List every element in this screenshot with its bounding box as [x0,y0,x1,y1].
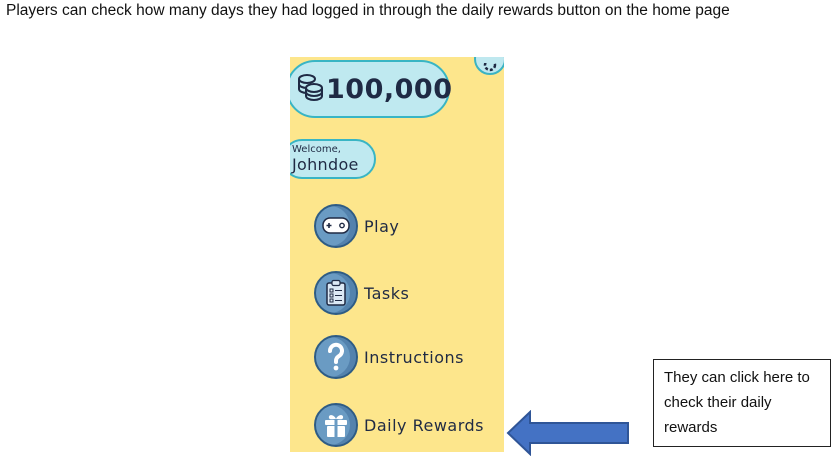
instructions-label: Instructions [364,347,464,367]
welcome-badge: Welcome, Johndoe [290,139,376,179]
coins-icon [296,72,324,107]
app-home-screen: 100,000 Welcome, Johndoe Play Tasks Inst… [290,57,504,452]
clipboard-icon [314,271,358,315]
coin-amount: 100,000 [326,73,453,105]
callout-box: They can click here to check their daily… [653,359,831,447]
coin-balance: 100,000 [290,60,453,118]
play-button[interactable]: Play [314,203,399,249]
settings-gear-icon[interactable] [474,57,504,75]
gamepad-icon [314,204,358,248]
username: Johndoe [292,155,359,174]
tasks-label: Tasks [364,283,410,303]
play-label: Play [364,216,400,236]
daily-rewards-button[interactable]: Daily Rewards [314,402,484,448]
question-mark-icon [314,335,358,379]
callout-text: They can click here to check their daily… [664,369,810,436]
doc-caption: Players can check how many days they had… [6,2,730,19]
daily-rewards-label: Daily Rewards [364,415,484,435]
gift-icon [314,403,358,447]
tasks-button[interactable]: Tasks [314,270,409,316]
pointer-arrow-icon [506,410,629,456]
instructions-button[interactable]: Instructions [314,334,464,380]
